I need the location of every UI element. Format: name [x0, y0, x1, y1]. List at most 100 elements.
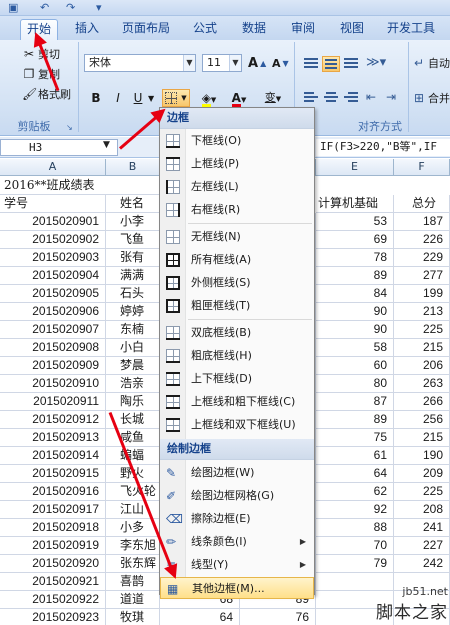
tab-insert[interactable]: 插入: [70, 19, 104, 40]
cell-id[interactable]: 2015020923: [0, 609, 106, 625]
align-right-icon[interactable]: [342, 90, 360, 106]
menu-item-left-border[interactable]: 左框线(L): [160, 176, 314, 198]
cell-d[interactable]: 76: [240, 609, 316, 625]
font-size-combo[interactable]: 11 ▼: [202, 54, 242, 72]
cell-e[interactable]: 69: [316, 231, 394, 249]
tab-data[interactable]: 数据: [237, 19, 271, 40]
undo-icon[interactable]: ↶: [40, 1, 49, 15]
cell-f[interactable]: 226: [394, 231, 450, 249]
header-cell-name[interactable]: 姓名: [106, 195, 160, 213]
cell-name[interactable]: 陶乐: [106, 393, 160, 411]
format-painter-button[interactable]: 🖌 格式刷: [22, 85, 71, 103]
menu-item-thick-box-border[interactable]: 粗匣框线(T): [160, 295, 314, 317]
cell-id[interactable]: 2015020909: [0, 357, 106, 375]
menu-item-erase-border[interactable]: ⌫ 擦除边框(E): [160, 508, 314, 530]
align-bottom-icon[interactable]: [342, 56, 360, 72]
cell-id[interactable]: 2015020913: [0, 429, 106, 447]
cell-id[interactable]: 2015020918: [0, 519, 106, 537]
wrap-text-button[interactable]: ↵ 自动: [412, 54, 450, 72]
grow-font-button[interactable]: A ▲: [248, 54, 266, 72]
cell-name[interactable]: 道道: [106, 591, 160, 609]
menu-item-top-bottom-border[interactable]: 上下框线(D): [160, 368, 314, 390]
cell-name[interactable]: 喜鹊: [106, 573, 160, 591]
cell-id[interactable]: 2015020922: [0, 591, 106, 609]
cell-c[interactable]: 64: [160, 609, 240, 625]
cell-name[interactable]: 梦晨: [106, 357, 160, 375]
cell-id[interactable]: 2015020906: [0, 303, 106, 321]
column-header-f[interactable]: F: [394, 159, 450, 176]
cell-f[interactable]: 215: [394, 429, 450, 447]
cell-name[interactable]: 浩亲: [106, 375, 160, 393]
menu-item-right-border[interactable]: 右框线(R): [160, 199, 314, 221]
tab-review[interactable]: 审阅: [286, 19, 320, 40]
cell-f[interactable]: 213: [394, 303, 450, 321]
cell-id[interactable]: 2015020914: [0, 447, 106, 465]
cell-e[interactable]: 64: [316, 465, 394, 483]
menu-item-more-borders[interactable]: ▦ 其他边框(M)...: [160, 577, 314, 599]
cell-f[interactable]: 190: [394, 447, 450, 465]
cell-name[interactable]: 飞火轮: [106, 483, 160, 501]
column-header-a[interactable]: A: [0, 159, 106, 176]
tab-view[interactable]: 视图: [335, 19, 369, 40]
cell-e[interactable]: 60: [316, 357, 394, 375]
cell-f[interactable]: 209: [394, 465, 450, 483]
align-left-icon[interactable]: [302, 90, 320, 106]
cell-f[interactable]: 227: [394, 537, 450, 555]
cell-e[interactable]: 75: [316, 429, 394, 447]
increase-indent-icon[interactable]: ⇥: [386, 90, 396, 104]
tab-developer[interactable]: 开发工具: [382, 19, 440, 40]
cell-id[interactable]: 2015020901: [0, 213, 106, 231]
cell-e[interactable]: 88: [316, 519, 394, 537]
clipboard-dialog-launcher-icon[interactable]: ↘: [66, 123, 73, 132]
cell-id[interactable]: 2015020911: [0, 393, 106, 411]
cell-name[interactable]: 满满: [106, 267, 160, 285]
menu-item-draw-border-grid[interactable]: ✐ 绘图边框网格(G): [160, 485, 314, 507]
menu-item-top-thick-bottom-border[interactable]: 上框线和粗下框线(C): [160, 391, 314, 413]
cell-e[interactable]: 84: [316, 285, 394, 303]
redo-icon[interactable]: ↷: [66, 1, 75, 15]
cell-name[interactable]: 小白: [106, 339, 160, 357]
chevron-down-icon[interactable]: ▼: [183, 55, 195, 71]
bold-button[interactable]: B: [86, 89, 106, 107]
cell-id[interactable]: 2015020921: [0, 573, 106, 591]
formula-input[interactable]: IF(F3>220,"B等",IF: [316, 139, 450, 156]
cell-name[interactable]: 石头: [106, 285, 160, 303]
cell-f[interactable]: 225: [394, 483, 450, 501]
align-center-icon[interactable]: [322, 90, 340, 106]
cell-f[interactable]: 199: [394, 285, 450, 303]
merge-button[interactable]: ⊞ 合并: [412, 89, 450, 107]
wen-button[interactable]: 变▼: [258, 89, 288, 107]
cell-name[interactable]: 咸鱼: [106, 429, 160, 447]
cell-id[interactable]: 2015020916: [0, 483, 106, 501]
cell-e[interactable]: 89: [316, 411, 394, 429]
cell-name[interactable]: 牧琪: [106, 609, 160, 625]
cell-e[interactable]: 79: [316, 555, 394, 573]
menu-item-double-bottom-border[interactable]: 双底框线(B): [160, 322, 314, 344]
cell-name[interactable]: 东楠: [106, 321, 160, 339]
cell-f[interactable]: 187: [394, 213, 450, 231]
cell-id[interactable]: 2015020912: [0, 411, 106, 429]
borders-button[interactable]: ▼: [162, 89, 190, 107]
menu-item-thick-bottom-border[interactable]: 粗底框线(H): [160, 345, 314, 367]
decrease-indent-icon[interactable]: ⇤: [366, 90, 376, 104]
cell-e[interactable]: 70: [316, 537, 394, 555]
italic-button[interactable]: I: [108, 89, 128, 107]
cell-e[interactable]: 90: [316, 303, 394, 321]
qat-dropdown-icon[interactable]: ▾: [96, 1, 102, 15]
cell-name[interactable]: 小李: [106, 213, 160, 231]
menu-item-no-border[interactable]: 无框线(N): [160, 226, 314, 248]
sheet-title-cell[interactable]: 2016**班成绩表: [0, 177, 160, 195]
header-cell-total[interactable]: 总分: [394, 195, 450, 213]
cell-name[interactable]: 飞鱼: [106, 231, 160, 249]
chevron-down-icon[interactable]: ▼: [103, 140, 110, 150]
tab-page-layout[interactable]: 页面布局: [118, 19, 174, 40]
cell-e[interactable]: 92: [316, 501, 394, 519]
cell-e[interactable]: 90: [316, 321, 394, 339]
cell-e[interactable]: 78: [316, 249, 394, 267]
cell-id[interactable]: 2015020907: [0, 321, 106, 339]
cell-id[interactable]: 2015020904: [0, 267, 106, 285]
chevron-down-icon[interactable]: ▼: [229, 55, 241, 71]
cell-e[interactable]: 61: [316, 447, 394, 465]
cell-e[interactable]: 53: [316, 213, 394, 231]
header-cell-id[interactable]: 学号: [0, 195, 106, 213]
